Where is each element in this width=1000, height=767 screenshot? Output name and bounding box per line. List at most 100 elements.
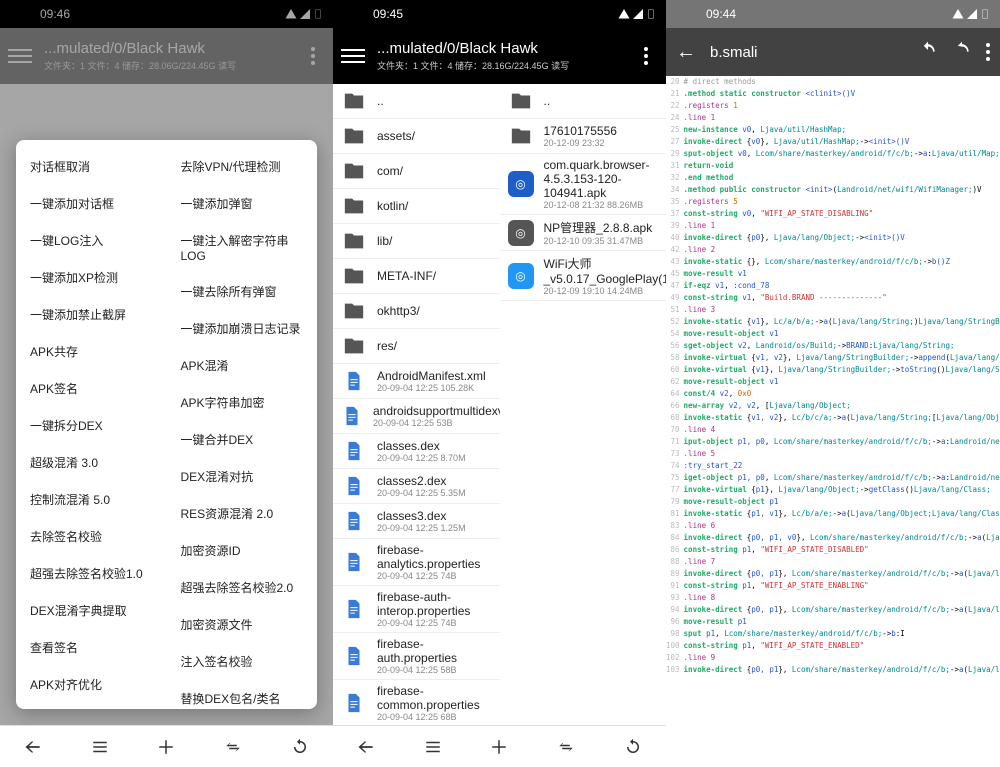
- back-icon[interactable]: ←: [676, 41, 696, 64]
- file-meta: 20-09-04 12:25 1.25M: [377, 523, 492, 533]
- menu-item[interactable]: RES资源混淆 2.0: [167, 495, 318, 532]
- file-row[interactable]: META-INF/: [333, 259, 500, 294]
- menu-item[interactable]: 注入签名校验: [167, 643, 318, 680]
- file-name: AndroidManifest.xml: [377, 369, 492, 383]
- overflow-icon[interactable]: [986, 43, 990, 61]
- file-meta: 20-09-04 12:25 105.28K: [377, 383, 492, 393]
- back-icon[interactable]: [21, 735, 45, 759]
- file-row[interactable]: lib/: [333, 224, 500, 259]
- menu-icon[interactable]: [341, 49, 365, 63]
- menu-item[interactable]: DEX混淆字典提取: [16, 592, 167, 629]
- menu-item[interactable]: 一键添加崩溃日志记录: [167, 310, 318, 347]
- file-row[interactable]: firebase-analytics.properties 20-09-04 1…: [333, 539, 500, 586]
- menu-item[interactable]: 一键合并DEX: [167, 421, 318, 458]
- file-row[interactable]: com/: [333, 154, 500, 189]
- file-row[interactable]: classes3.dex 20-09-04 12:25 1.25M: [333, 504, 500, 539]
- doc-icon: [341, 508, 367, 534]
- status-time: 09:44: [676, 7, 736, 21]
- menu-item[interactable]: 一键添加对话框: [16, 185, 167, 222]
- menu-item[interactable]: 加密资源ID: [167, 532, 318, 569]
- add-icon[interactable]: [487, 735, 511, 759]
- redo-icon[interactable]: [952, 40, 972, 65]
- menu-item[interactable]: 加密资源文件: [167, 606, 318, 643]
- doc-icon: [341, 403, 363, 429]
- menu-item[interactable]: 超强去除签名校验2.0: [167, 569, 318, 606]
- menu-item[interactable]: 超级混淆 3.0: [16, 444, 167, 481]
- file-row[interactable]: assets/: [333, 119, 500, 154]
- menu-item[interactable]: 一键注入解密字符串LOG: [167, 222, 318, 273]
- menu-item[interactable]: DEX混淆对抗: [167, 458, 318, 495]
- file-row[interactable]: firebase-auth-interop.properties 20-09-0…: [333, 586, 500, 633]
- file-meta: 20-12-10 09:35 31.47MB: [544, 236, 659, 246]
- file-meta: 20-09-04 12:25 53B: [373, 418, 500, 428]
- file-row[interactable]: ◎ WiFi大师_v5.0.17_GooglePlay(1).apk 20-12…: [500, 251, 667, 301]
- file-row[interactable]: classes2.dex 20-09-04 12:25 5.35M: [333, 469, 500, 504]
- file-row[interactable]: res/: [333, 329, 500, 364]
- file-row[interactable]: AndroidManifest.xml 20-09-04 12:25 105.2…: [333, 364, 500, 399]
- menu-item[interactable]: APK混淆: [167, 347, 318, 384]
- file-name: com/: [377, 164, 492, 178]
- file-row[interactable]: androidsupportmultidexversion.txt 20-09-…: [333, 399, 500, 434]
- code-editor[interactable]: 2021222425272931323435373940424345474951…: [666, 76, 1000, 767]
- menu-item[interactable]: 一键添加XP检测: [16, 259, 167, 296]
- folder-icon: [341, 333, 367, 359]
- overflow-icon[interactable]: [634, 47, 658, 65]
- undo-icon[interactable]: [918, 40, 938, 65]
- file-name: classes3.dex: [377, 509, 492, 523]
- menu-item[interactable]: 查看签名: [16, 629, 167, 666]
- file-row[interactable]: ..: [333, 84, 500, 119]
- file-name: firebase-auth.properties: [377, 637, 492, 665]
- file-row[interactable]: classes.dex 20-09-04 12:25 8.70M: [333, 434, 500, 469]
- file-name: androidsupportmultidexversion.txt: [373, 404, 500, 418]
- menu-item[interactable]: 一键添加禁止截屏: [16, 296, 167, 333]
- menu-item[interactable]: 去除VPN/代理检测: [167, 148, 318, 185]
- list-icon[interactable]: [88, 735, 112, 759]
- refresh-icon[interactable]: [621, 735, 645, 759]
- file-meta: 20-09-04 12:25 68B: [377, 712, 492, 722]
- menu-item[interactable]: APK字符串加密: [167, 384, 318, 421]
- file-row[interactable]: firebase-common.properties 20-09-04 12:2…: [333, 680, 500, 725]
- file-row[interactable]: okhttp3/: [333, 294, 500, 329]
- file-row[interactable]: kotlin/: [333, 189, 500, 224]
- file-row[interactable]: ◎ NP管理器_2.8.8.apk 20-12-10 09:35 31.47MB: [500, 215, 667, 251]
- file-name: lib/: [377, 234, 492, 248]
- app-icon: ◎: [508, 220, 534, 246]
- menu-item[interactable]: 超强去除签名校验1.0: [16, 555, 167, 592]
- folder-icon: [341, 193, 367, 219]
- menu-item[interactable]: 对话框取消: [16, 148, 167, 185]
- file-meta: 20-12-08 21:32 88.26MB: [544, 200, 659, 210]
- list-icon[interactable]: [421, 735, 445, 759]
- file-row[interactable]: firebase-auth.properties 20-09-04 12:25 …: [333, 633, 500, 680]
- back-icon[interactable]: [354, 735, 378, 759]
- file-name: com.quark.browser-4.5.3.153-120-104941.a…: [544, 158, 659, 200]
- file-name: WiFi大师_v5.0.17_GooglePlay(1).apk: [544, 255, 667, 286]
- status-icons: [952, 8, 990, 20]
- file-row[interactable]: 17610175556 20-12-09 23:32: [500, 119, 667, 154]
- menu-item[interactable]: APK签名: [16, 370, 167, 407]
- menu-item[interactable]: 替换DEX包名/类名: [167, 680, 318, 717]
- context-menu: 对话框取消一键添加对话框一键LOG注入一键添加XP检测一键添加禁止截屏APK共存…: [16, 140, 317, 709]
- path-subtitle: 文件夹：1 文件：4 储存：28.16G/224.45G 读写: [377, 59, 634, 72]
- folder-icon: [508, 88, 534, 114]
- menu-item[interactable]: APK对齐优化: [16, 666, 167, 703]
- add-icon[interactable]: [154, 735, 178, 759]
- menu-item[interactable]: 控制流混淆 5.0: [16, 481, 167, 518]
- refresh-icon[interactable]: [288, 735, 312, 759]
- panel-middle: 09:45 ...mulated/0/Black Hawk 文件夹：1 文件：4…: [333, 0, 666, 767]
- file-list-right: .. 17610175556 20-12-09 23:32 ◎ com.quar…: [500, 84, 667, 725]
- file-name: ..: [544, 94, 659, 108]
- app-bar: ...mulated/0/Black Hawk 文件夹：1 文件：4 储存：28…: [333, 28, 666, 84]
- status-bar: 09:44: [666, 0, 1000, 28]
- transfer-icon[interactable]: [554, 735, 578, 759]
- menu-item[interactable]: 去除签名校验: [16, 518, 167, 555]
- file-row[interactable]: ◎ com.quark.browser-4.5.3.153-120-104941…: [500, 154, 667, 215]
- transfer-icon[interactable]: [221, 735, 245, 759]
- menu-item[interactable]: 一键去除所有弹窗: [167, 273, 318, 310]
- menu-item[interactable]: 一键拆分DEX: [16, 407, 167, 444]
- file-row[interactable]: ..: [500, 84, 667, 119]
- menu-item[interactable]: APK共存: [16, 333, 167, 370]
- status-icons: [618, 8, 656, 20]
- menu-item[interactable]: 一键添加弹窗: [167, 185, 318, 222]
- menu-item[interactable]: 一键LOG注入: [16, 222, 167, 259]
- folder-icon: [341, 158, 367, 184]
